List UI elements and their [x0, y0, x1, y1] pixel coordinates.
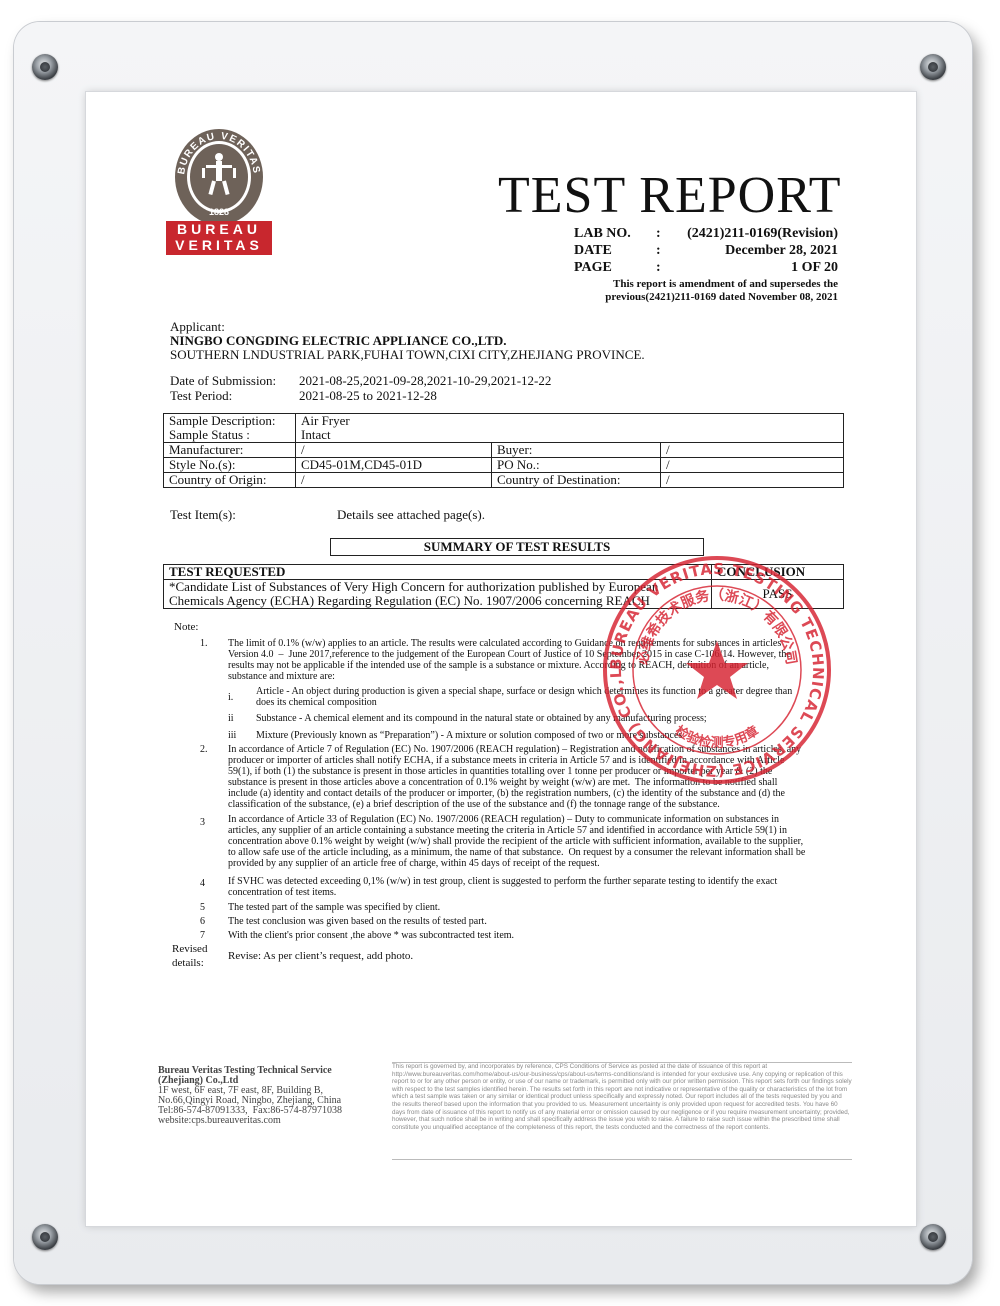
note-6: The test conclusion was given based on t… — [228, 916, 487, 927]
page-value: 1 OF 20 — [791, 260, 838, 275]
note-number: 6 — [200, 916, 205, 927]
note-number: 5 — [200, 902, 205, 913]
screw-icon — [920, 54, 946, 80]
revised-label-2: details: — [172, 957, 204, 969]
note-number: ii — [228, 713, 234, 724]
amendment-note-1: This report is amendment of and supersed… — [612, 278, 838, 290]
footer-website: website:cps.bureauveritas.com — [158, 1115, 281, 1126]
po-label: PO No.: — [491, 457, 661, 473]
report-title: TEST REPORT — [498, 167, 842, 224]
origin-label: Country of Origin: — [163, 472, 296, 488]
bureau-veritas-logo-icon: BUREAU VERITAS 1828 — [175, 129, 263, 225]
note-1-i-line-2: does its chemical composition — [256, 697, 377, 708]
note-3-line-2: articles, any supplier of an article con… — [228, 825, 787, 836]
seal-inner-bottom-text: 检验检测专用章 — [672, 723, 761, 751]
buyer-label: Buyer: — [491, 442, 661, 458]
desc-value: Air Fryer — [295, 413, 844, 428]
test-item-value: Details see attached page(s). — [337, 507, 485, 522]
note-3-line-3: concentration above 0.1% weight by weigh… — [228, 836, 804, 847]
logo-banner: BUREAU VERITAS — [166, 221, 272, 255]
submission-value: 2021-08-25,2021-09-28,2021-10-29,2021-12… — [299, 373, 552, 388]
colon: : — [656, 226, 661, 241]
lab-no-row: LAB NO. : (2421)211-0169(Revision) — [574, 226, 838, 241]
note-3-line-4: to allow safe use of the article includi… — [228, 847, 806, 858]
destination-value: / — [660, 472, 844, 488]
colon: : — [656, 260, 661, 275]
note-2-line-5: include (a) identity and contact details… — [228, 788, 785, 799]
note-number: 3 — [200, 817, 205, 828]
note-4-line-1: If SVHC was detected exceeding 0,1% (w/w… — [228, 876, 778, 887]
applicant-address: SOUTHERN LNDUSTRIAL PARK,FUHAI TOWN,CIXI… — [170, 347, 645, 362]
footer-company-block: Bureau Veritas Testing Technical Service… — [158, 1066, 342, 1126]
screw-icon — [32, 54, 58, 80]
applicant-name: NINGBO CONGDING ELECTRIC APPLIANCE CO.,L… — [170, 333, 507, 348]
style-value: CD45-01M,CD45-01D — [295, 457, 492, 473]
note-number: 2. — [200, 744, 208, 755]
period-label: Test Period: — [170, 388, 233, 403]
style-label: Style No.(s): — [163, 457, 296, 473]
logo-year: 1828 — [209, 207, 229, 217]
note-number: 4 — [200, 878, 205, 889]
desc-label: Sample Description: — [163, 413, 296, 428]
notes-label: Note: — [174, 621, 199, 633]
note-number: 7 — [200, 930, 205, 941]
test-item-label: Test Item(s): — [170, 507, 236, 522]
lab-no-value: (2421)211-0169(Revision) — [687, 226, 838, 241]
lab-no-label: LAB NO. — [574, 226, 631, 241]
page-label: PAGE — [574, 260, 612, 275]
note-4-line-2: concentration of test items. — [228, 887, 337, 898]
status-value: Intact — [295, 428, 844, 443]
company-seal-stamp-icon: BUREAU VERITAS TESTING TECHNICAL SERVICE… — [600, 553, 831, 784]
note-number: i. — [228, 692, 234, 703]
note-2-line-6: classification of the substance, (e) a b… — [228, 799, 720, 810]
note-number: iii — [228, 730, 237, 741]
note-7: With the client's prior consent ,the abo… — [228, 930, 515, 941]
colon: : — [656, 243, 661, 258]
submission-label: Date of Submission: — [170, 373, 277, 388]
logo-banner-top: BUREAU — [177, 221, 261, 237]
origin-value: / — [295, 472, 492, 488]
date-value: December 28, 2021 — [725, 243, 838, 258]
revised-label-1: Revised — [172, 943, 208, 955]
note-number: 1. — [200, 638, 208, 649]
period-value: 2021-08-25 to 2021-12-28 — [299, 388, 437, 403]
date-row: DATE : December 28, 2021 — [574, 243, 838, 258]
date-label: DATE — [574, 243, 612, 258]
manufacturer-value: / — [295, 442, 492, 458]
note-3-line-5: provided by any supplier of an article f… — [228, 858, 600, 869]
status-label: Sample Status : — [163, 428, 296, 443]
po-value: / — [660, 457, 844, 473]
note-3-line-1: In accordance of Article 33 of Regulatio… — [228, 814, 779, 825]
note-5: The tested part of the sample was specif… — [228, 902, 441, 913]
note-1-line-4: substance and mixture are: — [228, 671, 335, 682]
screw-icon — [32, 1224, 58, 1250]
revised-details: Revise: As per client’s request, add pho… — [228, 950, 414, 962]
screw-icon — [920, 1224, 946, 1250]
amendment-note-2: previous(2421)211-0169 dated November 08… — [605, 291, 838, 303]
page-row: PAGE : 1 OF 20 — [574, 260, 838, 275]
sample-info-table: Sample Description: Air Fryer Sample Sta… — [163, 413, 844, 488]
svg-text:检验检测专用章: 检验检测专用章 — [672, 723, 761, 751]
destination-label: Country of Destination: — [491, 472, 661, 488]
manufacturer-label: Manufacturer: — [163, 442, 296, 458]
footer-disclaimer: This report is governed by, and incorpor… — [392, 1062, 852, 1160]
logo-banner-bottom: VERITAS — [175, 237, 263, 253]
buyer-value: / — [660, 442, 844, 458]
applicant-label: Applicant: — [170, 319, 225, 334]
